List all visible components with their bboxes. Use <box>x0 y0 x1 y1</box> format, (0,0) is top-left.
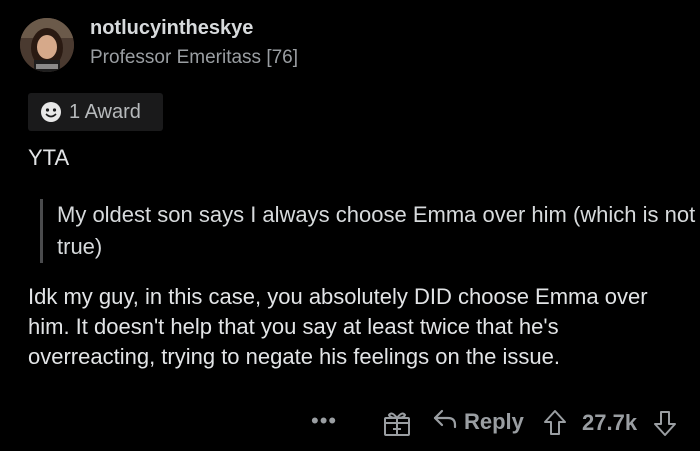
user-avatar[interactable] <box>20 18 74 72</box>
reply-arrow-icon <box>432 408 458 435</box>
vote-score: 27.7k <box>582 410 638 435</box>
more-options-button[interactable]: ••• <box>311 408 337 434</box>
comment-body: Idk my guy, in this case, you absolutely… <box>28 284 648 369</box>
reply-button[interactable]: Reply <box>432 408 524 435</box>
award-label: 1 Award <box>69 100 141 123</box>
award-badge[interactable]: 1 Award <box>28 93 163 131</box>
reply-label: Reply <box>464 408 524 434</box>
upvote-arrow-icon[interactable] <box>542 409 568 437</box>
user-flair: Professor Emeritass [76] <box>90 47 299 68</box>
downvote-arrow-icon[interactable] <box>652 409 678 437</box>
gift-award-icon[interactable] <box>382 409 412 437</box>
username[interactable]: notlucyintheskye <box>90 17 253 40</box>
quoted-text: My oldest son says I always choose Emma … <box>40 199 697 263</box>
award-icon <box>39 100 63 124</box>
comment-verdict: YTA <box>28 145 70 170</box>
comment-actions: ••• Reply 27.7k <box>0 402 700 444</box>
